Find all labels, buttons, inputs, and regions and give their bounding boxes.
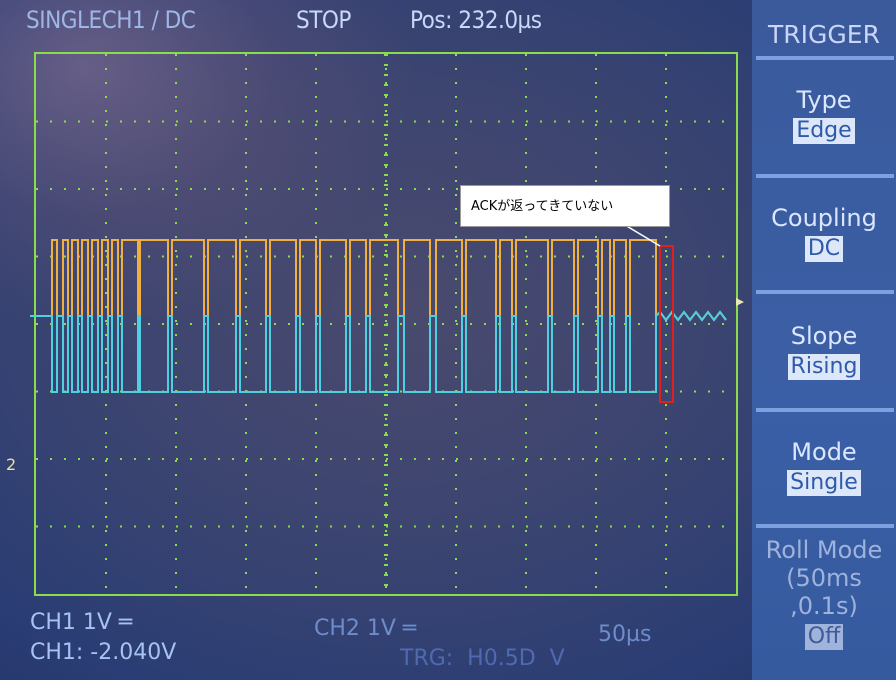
menu-title: TRIGGER: [768, 20, 880, 49]
coupling-label: Coupling: [771, 204, 877, 232]
menu-item-slope[interactable]: Slope Rising: [752, 322, 896, 380]
menu-item-mode[interactable]: Mode Single: [752, 438, 896, 496]
type-value: Edge: [793, 118, 855, 144]
ch2-scale: CH2 1V ═: [314, 616, 417, 641]
roll-mode-value: Off: [804, 624, 844, 650]
ch2-ground-marker: 2: [6, 455, 17, 474]
ch1-offset: CH1: -2.040V: [30, 640, 177, 665]
ch1-scale: CH1 1V ═: [30, 610, 133, 635]
slope-value: Rising: [787, 354, 861, 380]
menu-divider: [756, 56, 894, 60]
signal-traces: [30, 239, 727, 393]
mode-label: Mode: [791, 438, 857, 466]
menu-divider: [756, 408, 894, 412]
roll-mode-range: (50ms ,0.1s): [786, 564, 862, 620]
coupling-value: DC: [804, 236, 844, 262]
roll-mode-label: Roll Mode: [765, 536, 883, 564]
menu-item-coupling[interactable]: Coupling DC: [752, 204, 896, 262]
trigger-status: TRG: H0.5D V: [400, 646, 565, 671]
timebase: 50µs: [598, 622, 652, 647]
trigger-menu: TRIGGER Type Edge Coupling DC Slope Risi…: [752, 0, 896, 680]
slope-label: Slope: [790, 322, 858, 350]
menu-divider: [756, 524, 894, 528]
trigger-level-marker: [736, 298, 744, 306]
mode-value: Single: [787, 470, 861, 496]
menu-item-roll-mode[interactable]: Roll Mode (50ms ,0.1s) Off: [752, 536, 896, 650]
menu-divider: [756, 174, 894, 178]
channel-info-bar: CH1 1V ═ CH1: -2.040V CH2 1V ═ 50µs TRG:…: [0, 604, 752, 680]
type-label: Type: [796, 86, 852, 114]
ch1-trace: [30, 239, 727, 322]
menu-divider: [756, 290, 894, 294]
annotation-callout: ACKが返ってきていない: [460, 185, 670, 227]
menu-item-type[interactable]: Type Edge: [752, 86, 896, 144]
